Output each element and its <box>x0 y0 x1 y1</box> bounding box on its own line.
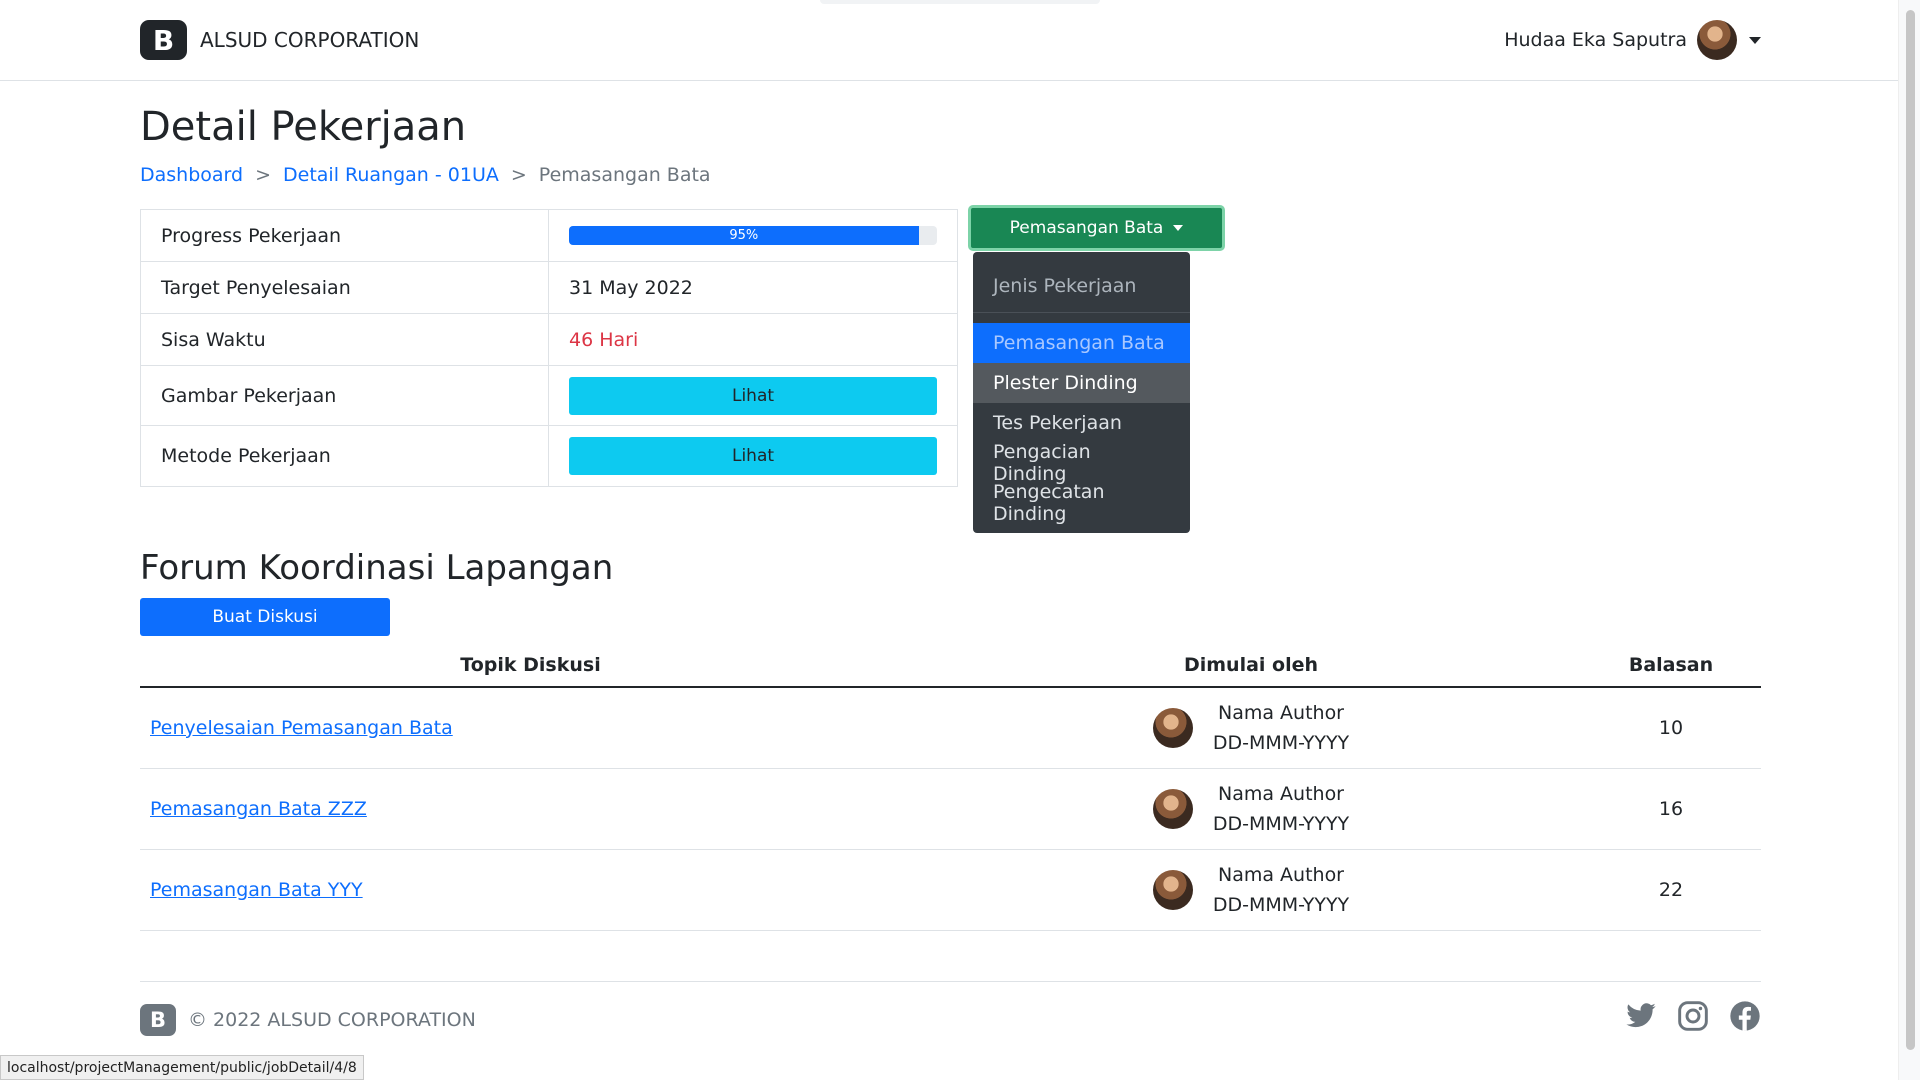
brand-link[interactable]: B ALSUD CORPORATION <box>140 20 419 60</box>
job-type-dropdown-toggle[interactable]: Pemasangan Bata <box>968 205 1225 251</box>
author-cell: Nama Author DD-MMM-YYYY <box>921 698 1581 758</box>
progress-track: 95% <box>569 226 937 245</box>
topic-link[interactable]: Pemasangan Bata ZZZ <box>150 798 367 820</box>
dropdown-item-pengecatan-dinding[interactable]: Pengecatan Dinding <box>973 481 1190 525</box>
twitter-icon[interactable] <box>1625 1000 1657 1032</box>
column-header-topic: Topik Diskusi <box>460 654 601 676</box>
image-cell: Lihat <box>549 366 957 425</box>
progress-cell: 95% <box>549 210 957 261</box>
top-navbar: B ALSUD CORPORATION Hudaa Eka Saputra <box>0 0 1898 81</box>
vertical-scrollbar[interactable] <box>1898 0 1920 1080</box>
bootstrap-logo-icon: B <box>140 20 187 60</box>
caret-down-icon <box>1173 225 1184 231</box>
author-cell: Nama Author DD-MMM-YYYY <box>921 860 1581 920</box>
breadcrumb-separator: > <box>510 164 527 186</box>
breadcrumb-current: Pemasangan Bata <box>538 164 711 186</box>
forum-table: Topik Diskusi Dimulai oleh Balasan Penye… <box>140 644 1761 931</box>
dropdown-item-pemasangan-bata[interactable]: Pemasangan Bata <box>973 323 1190 363</box>
target-value: 31 May 2022 <box>569 276 693 299</box>
topic-link[interactable]: Pemasangan Bata YYY <box>150 879 363 901</box>
footer-copyright: © 2022 ALSUD CORPORATION <box>188 1009 476 1031</box>
dropdown-item-tes-pekerjaan[interactable]: Tes Pekerjaan <box>973 403 1190 443</box>
author-avatar <box>1152 870 1193 910</box>
user-menu-toggle[interactable]: Hudaa Eka Saputra <box>1504 20 1761 60</box>
page-title: Detail Pekerjaan <box>140 104 467 150</box>
table-row: Pemasangan Bata ZZZ Nama Author DD-MMM-Y… <box>140 769 1761 850</box>
job-type-dropdown-menu: Jenis Pekerjaan Pemasangan Bata Plester … <box>973 252 1190 533</box>
column-header-started-by: Dimulai oleh <box>1183 654 1319 676</box>
info-row-progress: Progress Pekerjaan 95% <box>141 210 957 262</box>
dropdown-item-plester-dinding[interactable]: Plester Dinding <box>973 363 1190 403</box>
progress-label: Progress Pekerjaan <box>141 210 549 261</box>
author-name: Nama Author <box>1217 702 1344 724</box>
scrollbar-thumb[interactable] <box>1906 10 1915 1050</box>
info-row-remaining: Sisa Waktu 46 Hari <box>141 314 957 366</box>
image-label: Gambar Pekerjaan <box>141 366 549 425</box>
info-row-image: Gambar Pekerjaan Lihat <box>141 366 957 426</box>
method-cell: Lihat <box>549 426 957 486</box>
dropdown-header: Jenis Pekerjaan <box>993 275 1137 297</box>
reply-count: 22 <box>1658 879 1684 901</box>
top-sheen <box>820 0 1100 4</box>
forum-title: Forum Koordinasi Lapangan <box>140 548 614 588</box>
breadcrumb-separator: > <box>255 164 272 186</box>
facebook-icon[interactable] <box>1729 1000 1761 1032</box>
dropdown-item-pengacian-dinding[interactable]: Pengacian Dinding <box>973 441 1190 485</box>
table-row: Penyelesaian Pemasangan Bata Nama Author… <box>140 688 1761 769</box>
table-row: Pemasangan Bata YYY Nama Author DD-MMM-Y… <box>140 850 1761 931</box>
target-label: Target Penyelesaian <box>141 262 549 313</box>
bootstrap-logo-icon[interactable]: B <box>140 1004 176 1036</box>
table-header: Topik Diskusi Dimulai oleh Balasan <box>140 644 1761 688</box>
footer: B © 2022 ALSUD CORPORATION <box>140 981 1761 1061</box>
author-date: DD-MMM-YYYY <box>1212 894 1350 916</box>
browser-status-bar: localhost/projectManagement/public/jobDe… <box>0 1055 364 1080</box>
reply-count: 16 <box>1658 798 1684 820</box>
remaining-value: 46 Hari <box>569 328 639 351</box>
view-method-button[interactable]: Lihat <box>569 437 937 475</box>
social-links <box>1625 1000 1761 1032</box>
author-name: Nama Author <box>1217 864 1344 886</box>
topic-link[interactable]: Penyelesaian Pemasangan Bata <box>150 717 453 739</box>
remaining-label: Sisa Waktu <box>141 314 549 365</box>
author-date: DD-MMM-YYYY <box>1212 732 1350 754</box>
breadcrumb: Dashboard > Detail Ruangan - 01UA > Pema… <box>140 164 711 186</box>
job-info-table: Progress Pekerjaan 95% Target Penyelesai… <box>140 209 958 487</box>
brand-name: ALSUD CORPORATION <box>200 28 420 52</box>
author-cell: Nama Author DD-MMM-YYYY <box>921 779 1581 839</box>
dropdown-toggle-label: Pemasangan Bata <box>1009 218 1164 238</box>
breadcrumb-dashboard-link[interactable]: Dashboard <box>140 164 243 186</box>
author-avatar <box>1152 789 1193 829</box>
author-date: DD-MMM-YYYY <box>1212 813 1350 835</box>
user-name: Hudaa Eka Saputra <box>1504 29 1687 51</box>
create-discussion-button[interactable]: Buat Diskusi <box>140 598 390 636</box>
reply-count: 10 <box>1658 717 1684 739</box>
author-avatar <box>1152 708 1193 748</box>
view-image-button[interactable]: Lihat <box>569 376 937 415</box>
info-row-target: Target Penyelesaian 31 May 2022 <box>141 262 957 314</box>
footer-brand: B © 2022 ALSUD CORPORATION <box>140 1004 476 1036</box>
user-avatar <box>1697 20 1737 60</box>
column-header-replies: Balasan <box>1628 654 1714 676</box>
method-label: Metode Pekerjaan <box>141 426 549 486</box>
breadcrumb-room-link[interactable]: Detail Ruangan - 01UA <box>283 164 499 186</box>
progress-bar: 95% <box>569 226 919 245</box>
instagram-icon[interactable] <box>1677 1000 1709 1032</box>
info-row-method: Metode Pekerjaan Lihat <box>141 426 957 486</box>
author-name: Nama Author <box>1217 783 1344 805</box>
dropdown-divider <box>973 312 1190 313</box>
chevron-down-icon <box>1749 36 1761 44</box>
